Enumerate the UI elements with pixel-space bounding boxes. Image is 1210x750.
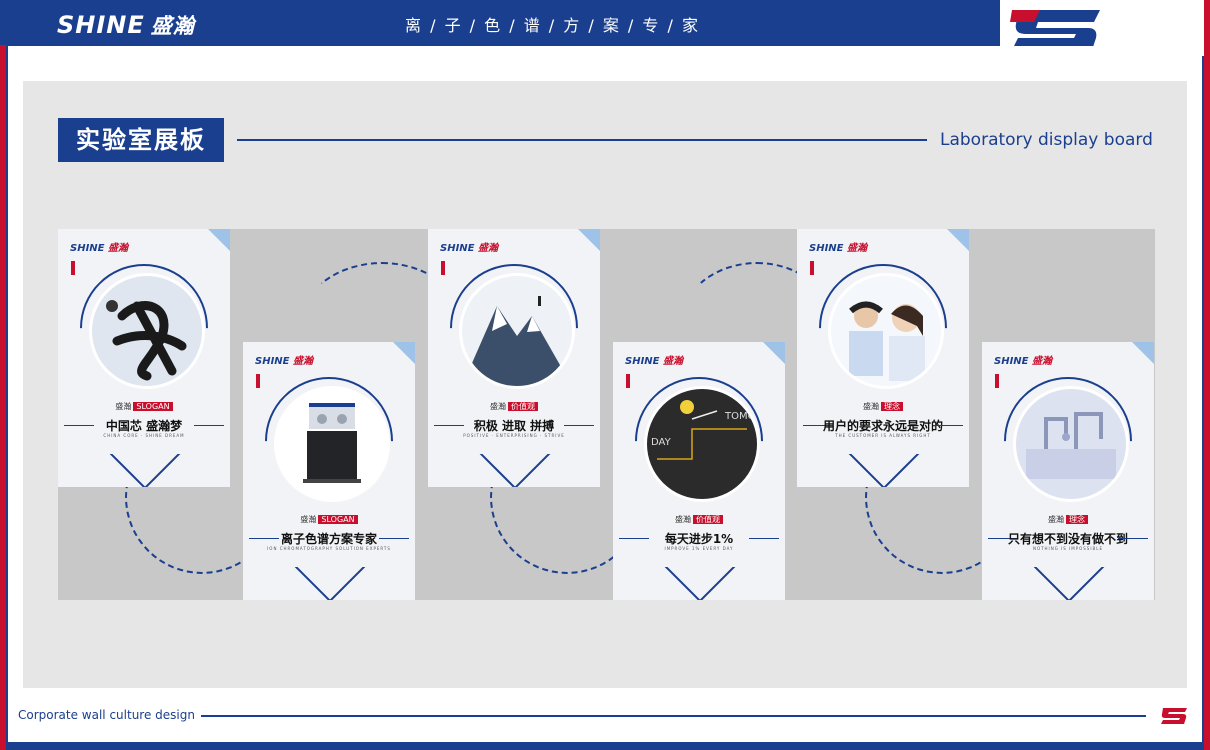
brand-cn: 盛瀚	[150, 14, 195, 38]
headset-agents-icon	[849, 301, 925, 381]
poster-logo: SHINE 盛瀚	[70, 243, 128, 254]
slogan-line	[1118, 538, 1148, 539]
left-red-edge	[0, 45, 6, 750]
corner-decoration	[578, 229, 600, 251]
poster-image	[89, 273, 205, 389]
slogan-line	[933, 425, 963, 426]
poster-image	[828, 273, 944, 389]
corner-decoration	[393, 342, 415, 364]
header-title: 离 / 子 / 色 / 谱 / 方 / 案 / 专 / 家	[405, 16, 700, 35]
poster-4: SHINE 盛瀚 DAY TOMO 盛瀚 价值观 每天进步1% IMPROVE 1…	[613, 342, 785, 600]
poster-3: SHINE 盛瀚 盛瀚 价值观 积极 进取 拼搏 POSITIVE · ENTER…	[428, 229, 600, 487]
poster-logo: SHINE 盛瀚	[625, 356, 683, 367]
mountain-icon	[462, 296, 572, 386]
poster-tag: 盛瀚 理念	[797, 401, 969, 412]
poster-6: SHINE 盛瀚 盛瀚 理念 只有想不到没有做不到 NOTHING IS IMPO…	[982, 342, 1154, 600]
section-divider	[237, 139, 927, 141]
poster-tag: 盛瀚 SLOGAN	[243, 514, 415, 525]
poster-image	[274, 386, 390, 502]
brand-en: SHINE	[57, 11, 145, 39]
corner-decoration	[947, 229, 969, 251]
poster-tag: 盛瀚 价值观	[613, 514, 785, 525]
red-mark	[810, 261, 814, 275]
chalkboard-icon: DAY TOMO	[651, 400, 756, 460]
chalk-text-right: TOMO	[724, 411, 756, 422]
section-title-en: Laboratory display board	[940, 130, 1153, 150]
chalk-text-left: DAY	[651, 437, 672, 448]
poster-tag: 盛瀚 价值观	[428, 401, 600, 412]
brand-logo: SHINE 盛瀚	[57, 10, 195, 40]
red-mark	[256, 374, 260, 388]
slogan-line	[379, 538, 409, 539]
poster-logo: SHINE 盛瀚	[994, 356, 1052, 367]
footer-text: Corporate wall culture design	[18, 708, 195, 722]
poster-2: SHINE 盛瀚 盛瀚 SLOGAN 离子色谱方案专家 ION CHROMATOG…	[243, 342, 415, 600]
corner-decoration	[763, 342, 785, 364]
corner-decoration	[208, 229, 230, 251]
red-mark	[441, 261, 445, 275]
poster-tag: 盛瀚 SLOGAN	[58, 401, 230, 412]
slogan-line	[564, 425, 594, 426]
right-red-edge	[1204, 0, 1210, 750]
poster-1: SHINE 盛瀚 盛瀚 SLOGAN 中国芯 盛瀚梦 CHINA CORE · S…	[58, 229, 230, 487]
red-mark	[626, 374, 630, 388]
footer-s-logo-icon	[1161, 708, 1187, 724]
corner-decoration	[1132, 342, 1154, 364]
poster-image	[1013, 386, 1129, 502]
slogan-line	[194, 425, 224, 426]
poster-5: SHINE 盛瀚 盛瀚 理念 用户的要求永远是对的 THE CUSTOMER IS…	[797, 229, 969, 487]
poster-image	[459, 273, 575, 389]
section-badge: 实验室展板	[58, 118, 224, 162]
footer-divider	[201, 715, 1146, 717]
slogan-line	[749, 538, 779, 539]
poster-logo: SHINE 盛瀚	[255, 356, 313, 367]
instrument-icon	[303, 403, 361, 483]
brush-calligraphy-icon	[106, 300, 187, 381]
poster-image: DAY TOMO	[644, 386, 760, 502]
poster-tag: 盛瀚 理念	[982, 514, 1154, 525]
poster-logo: SHINE 盛瀚	[809, 243, 867, 254]
red-mark	[995, 374, 999, 388]
poster-logo: SHINE 盛瀚	[440, 243, 498, 254]
red-mark	[71, 261, 75, 275]
lab-equipment-icon	[1026, 412, 1116, 479]
